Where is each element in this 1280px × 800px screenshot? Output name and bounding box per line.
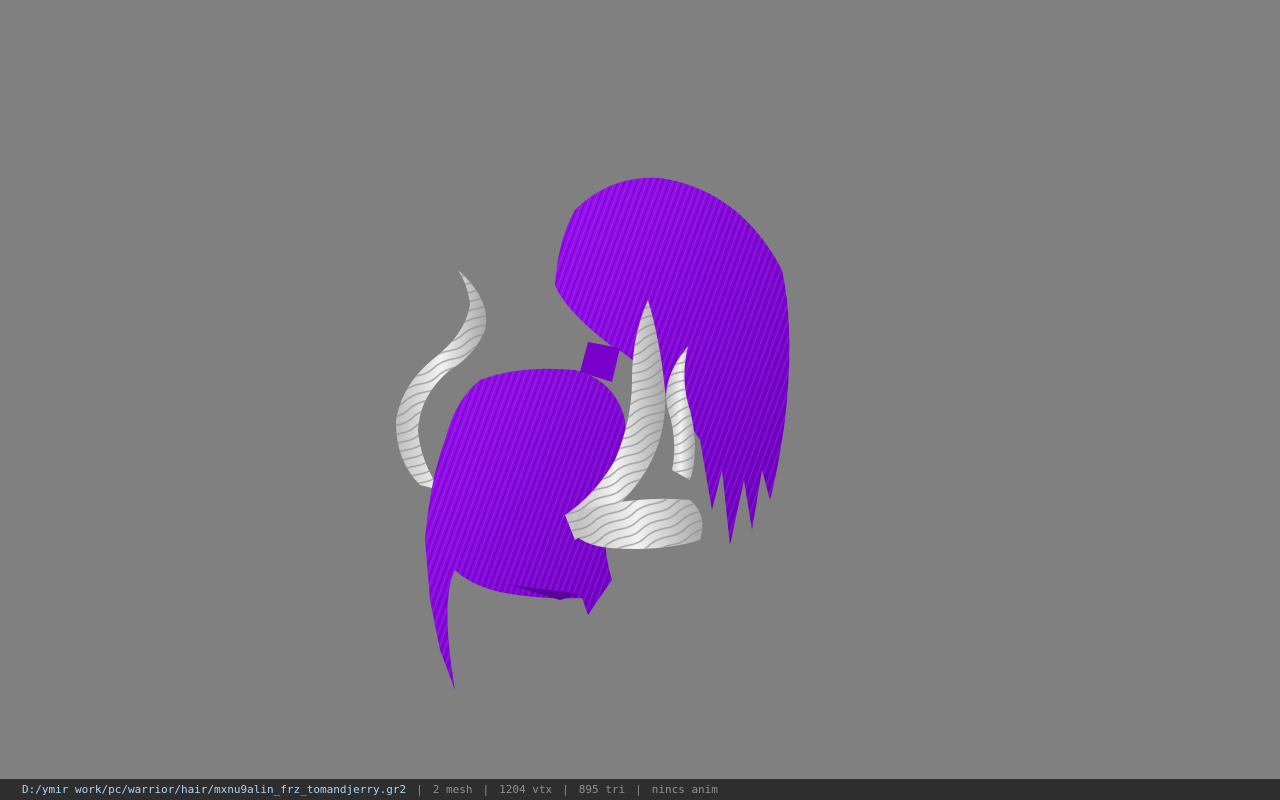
status-bar: D:/ymir work/pc/warrior/hair/mxnu9alin_f… <box>0 779 1280 800</box>
vertex-count: 1204 vtx <box>499 783 553 796</box>
file-path: D:/ymir work/pc/warrior/hair/mxnu9alin_f… <box>22 783 407 796</box>
separator: | <box>562 783 569 796</box>
anim-status: nincs anim <box>651 783 718 796</box>
separator: | <box>482 783 490 796</box>
model-render <box>395 177 790 690</box>
3d-viewport[interactable] <box>0 0 1280 779</box>
separator: | <box>416 783 423 796</box>
mesh-count: 2 mesh <box>432 783 473 796</box>
separator: | <box>635 783 642 796</box>
triangle-count: 895 tri <box>578 783 626 796</box>
